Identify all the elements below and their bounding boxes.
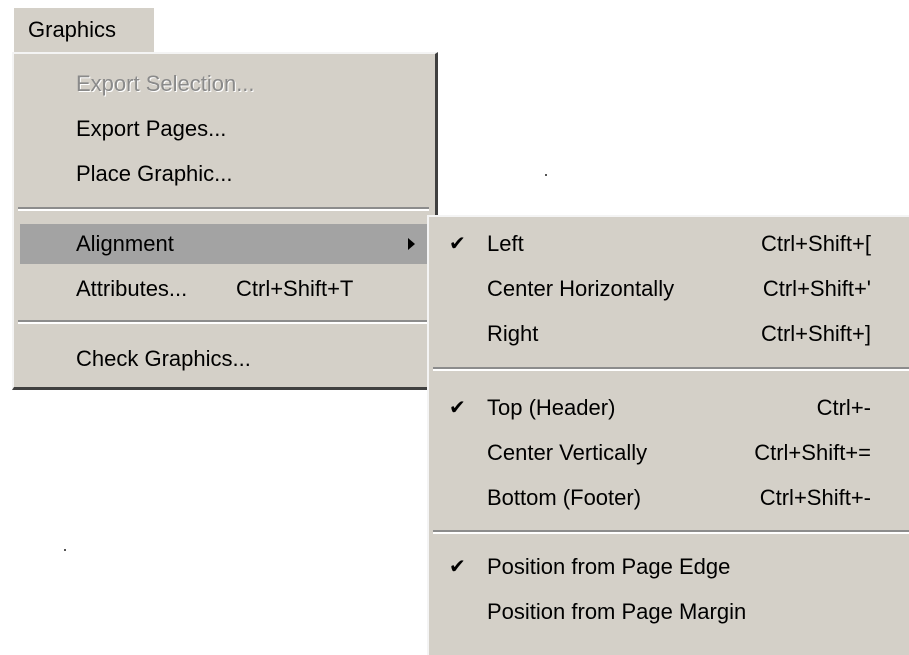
submenu-item-position-page-margin[interactable]: Position from Page Margin <box>435 592 909 632</box>
submenu-item-position-page-edge[interactable]: ✔ Position from Page Edge <box>435 547 909 587</box>
submenu-item-label: Top (Header) <box>487 395 616 420</box>
submenu-item-label: Position from Page Edge <box>487 554 731 579</box>
background-dot <box>64 549 66 551</box>
submenu-item-shortcut: Ctrl+Shift+] <box>760 321 871 346</box>
submenu-item-shortcut: Ctrl+Shift+- <box>759 485 871 510</box>
submenu-item-center-vertically[interactable]: Center Vertically Ctrl+Shift+= <box>435 433 909 473</box>
submenu-item-label: Left <box>487 231 524 256</box>
check-icon: ✔ <box>449 233 466 255</box>
check-icon: ✔ <box>449 556 466 578</box>
menu-separator <box>18 320 429 324</box>
menu-item-label: Export Selection... <box>76 71 255 96</box>
menu-item-place-graphic[interactable]: Place Graphic... <box>20 154 427 194</box>
menu-item-export-selection: Export Selection... <box>20 64 427 104</box>
background-dot <box>545 174 547 176</box>
menu-item-label: Attributes... <box>76 276 188 301</box>
menu-separator <box>18 207 429 211</box>
submenu-item-center-horizontally[interactable]: Center Horizontally Ctrl+Shift+' <box>435 269 909 309</box>
submenu-item-bottom-footer[interactable]: Bottom (Footer) Ctrl+Shift+- <box>435 478 909 518</box>
submenu-item-label: Position from Page Margin <box>487 599 747 624</box>
submenu-separator <box>433 367 909 371</box>
submenu-item-top-header[interactable]: ✔ Top (Header) Ctrl+- <box>435 388 909 428</box>
menu-item-shortcut: Ctrl+Shift+T <box>236 276 354 301</box>
submenu-item-shortcut: Ctrl+Shift+= <box>754 440 871 465</box>
submenu-item-left[interactable]: ✔ Left Ctrl+Shift+[ <box>435 224 909 264</box>
check-icon: ✔ <box>449 397 466 419</box>
alignment-submenu: ✔ Left Ctrl+Shift+[ Center Horizontally … <box>427 215 909 655</box>
menu-item-label: Place Graphic... <box>76 161 233 186</box>
submenu-arrow-icon <box>408 238 415 250</box>
menu-item-check-graphics[interactable]: Check Graphics... <box>20 339 427 379</box>
menu-item-alignment[interactable]: Alignment <box>20 224 427 264</box>
submenu-separator <box>433 530 909 534</box>
submenu-item-label: Center Vertically <box>487 440 648 465</box>
menu-graphics-label: Graphics <box>28 17 117 42</box>
submenu-item-right[interactable]: Right Ctrl+Shift+] <box>435 314 909 354</box>
menu-item-label: Alignment <box>76 231 174 256</box>
menu-item-label: Check Graphics... <box>76 346 251 371</box>
submenu-item-shortcut: Ctrl+Shift+[ <box>760 231 871 256</box>
submenu-item-label: Center Horizontally <box>487 276 675 301</box>
menu-item-attributes[interactable]: Attributes... Ctrl+Shift+T <box>20 269 427 309</box>
submenu-item-label: Right <box>487 321 539 346</box>
menu-graphics[interactable]: Graphics <box>14 8 154 52</box>
submenu-item-label: Bottom (Footer) <box>487 485 642 510</box>
submenu-item-shortcut: Ctrl+Shift+' <box>762 276 871 301</box>
graphics-menu: Export Selection... Export Pages... Plac… <box>12 52 438 390</box>
submenu-item-shortcut: Ctrl+- <box>816 395 871 420</box>
menu-item-label: Export Pages... <box>76 116 227 141</box>
menu-item-export-pages[interactable]: Export Pages... <box>20 109 427 149</box>
